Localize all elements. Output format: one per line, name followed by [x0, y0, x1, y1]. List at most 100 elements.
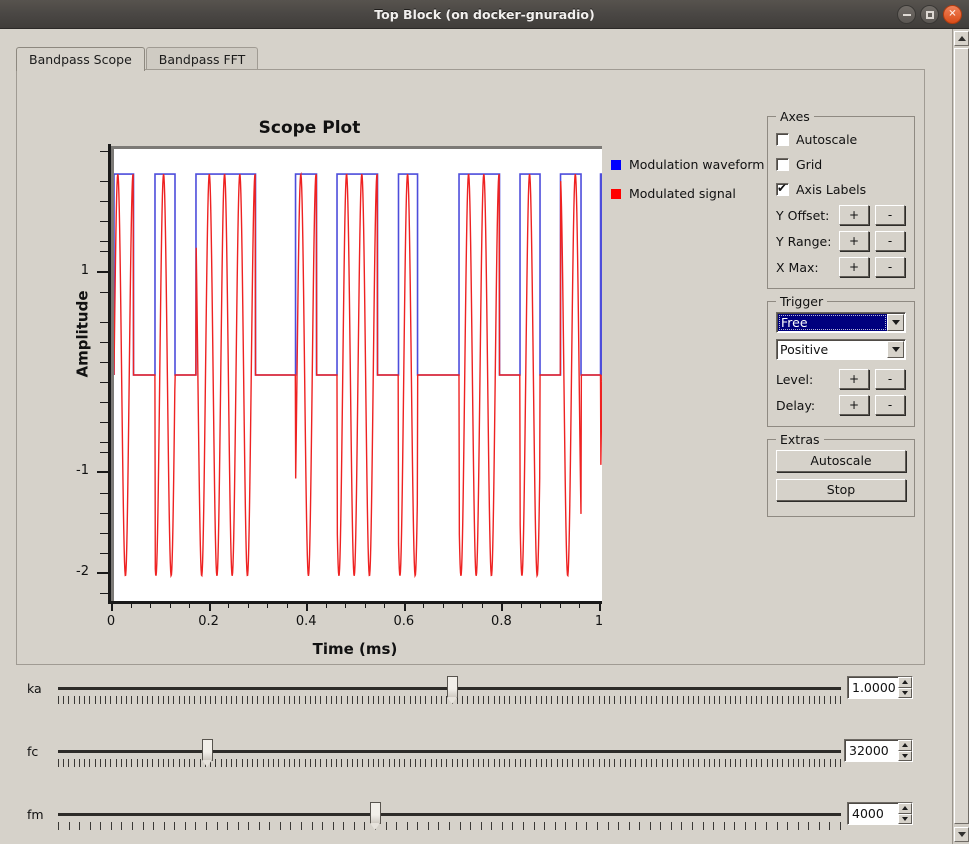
ka-spinbox[interactable]: 1.0000: [847, 676, 913, 699]
y-range-minus-button[interactable]: -: [875, 231, 905, 251]
checkbox-grid[interactable]: Grid: [776, 152, 906, 177]
slider-tick: [173, 759, 175, 767]
slider-tick: [740, 696, 742, 704]
delay-plus-button[interactable]: +: [839, 395, 869, 415]
slider-tick: [189, 759, 191, 767]
x-tick: [540, 601, 542, 608]
slider-tick: [477, 759, 479, 767]
grid-checkbox[interactable]: [776, 158, 789, 171]
scroll-down-icon[interactable]: [954, 827, 969, 842]
slider-tick: [89, 759, 91, 767]
slider-tick: [525, 759, 527, 767]
x-tick: [345, 601, 347, 608]
tab-bandpass-scope[interactable]: Bandpass Scope: [16, 47, 145, 71]
autoscale-button[interactable]: Autoscale: [776, 450, 906, 472]
slider-tick: [299, 759, 301, 767]
chevron-down-icon[interactable]: [887, 314, 904, 331]
slider-tick: [357, 696, 359, 704]
slider-tick: [456, 759, 458, 767]
slider-thumb[interactable]: [446, 676, 458, 704]
x-max-minus-button[interactable]: -: [875, 257, 905, 277]
slider-tick: [420, 759, 422, 767]
slider-tick: [58, 759, 59, 767]
slider-tick: [834, 696, 836, 704]
slider-label: fc: [27, 744, 39, 759]
level-plus-button[interactable]: +: [839, 369, 869, 389]
spin-down-icon[interactable]: [898, 750, 912, 761]
trigger-group-title: Trigger: [776, 294, 828, 309]
checkbox-axis-labels[interactable]: Axis Labels: [776, 177, 906, 202]
y-range-plus-button[interactable]: +: [839, 231, 869, 251]
slider-tick: [210, 696, 212, 704]
y-tick: [100, 452, 108, 454]
slider-tick: [798, 696, 799, 704]
trigger-slope-dropdown[interactable]: Positive: [776, 339, 906, 360]
slider-track[interactable]: [58, 813, 841, 816]
slider-tick: [598, 759, 600, 767]
scroll-up-icon[interactable]: [954, 31, 969, 46]
slider-tick: [252, 759, 254, 767]
y-tick: [100, 151, 108, 153]
slider-tick: [656, 696, 658, 704]
x-tick: [384, 601, 386, 608]
vertical-scrollbar[interactable]: [952, 29, 969, 844]
slider-tick: [136, 696, 138, 704]
tab-bandpass-fft[interactable]: Bandpass FFT: [145, 47, 259, 71]
y-offset-minus-button[interactable]: -: [875, 205, 905, 225]
spin-up-icon[interactable]: [898, 740, 912, 751]
chevron-down-icon[interactable]: [887, 341, 904, 358]
slider-tick: [628, 822, 630, 830]
slider-tick: [430, 696, 432, 704]
slider-tick: [588, 696, 590, 704]
slider-tick: [237, 822, 239, 830]
scrollbar-thumb[interactable]: [954, 48, 969, 824]
x-tick: [423, 601, 425, 608]
fc-spinbox[interactable]: 32000: [844, 739, 913, 762]
slider-tick: [533, 822, 535, 830]
slider-tick: [693, 696, 695, 704]
slider-tick: [257, 696, 259, 704]
slider-tick: [687, 759, 689, 767]
spin-up-icon[interactable]: [898, 803, 912, 814]
slider-tick: [73, 759, 75, 767]
slider-tick: [332, 822, 334, 830]
y-offset-plus-button[interactable]: +: [839, 205, 869, 225]
stepper-y-offset: Y Offset: + -: [776, 202, 906, 228]
slider-tick: [341, 696, 343, 704]
slider-tick: [63, 696, 65, 704]
maximize-icon[interactable]: [920, 5, 939, 24]
slider-thumb[interactable]: [201, 739, 213, 767]
spin-down-icon[interactable]: [898, 687, 912, 698]
checkbox-autoscale[interactable]: Autoscale: [776, 127, 906, 152]
fm-spinbox[interactable]: 4000: [847, 802, 913, 825]
slider-thumb[interactable]: [370, 802, 382, 830]
spin-down-icon[interactable]: [898, 813, 912, 824]
slider-track[interactable]: [58, 750, 841, 753]
slider-tick: [309, 696, 311, 704]
slider-tick: [714, 696, 716, 704]
slider-tick: [288, 696, 290, 704]
slider-tick: [525, 696, 527, 704]
slider-tick: [740, 759, 742, 767]
minimize-icon[interactable]: [897, 5, 916, 24]
slider-tick: [714, 759, 716, 767]
slider-tick: [236, 759, 238, 767]
slider-tick: [840, 696, 841, 704]
spin-up-icon[interactable]: [898, 677, 912, 688]
close-icon[interactable]: ✕: [943, 5, 962, 24]
slider-tick: [598, 696, 600, 704]
level-minus-button[interactable]: -: [875, 369, 905, 389]
slider-tick: [551, 696, 553, 704]
x-tick: [267, 601, 269, 608]
slider-tick: [462, 696, 464, 704]
slider-tick: [336, 759, 338, 767]
stop-button[interactable]: Stop: [776, 479, 906, 501]
stepper-label: X Max:: [776, 259, 819, 275]
trigger-mode-dropdown[interactable]: Free: [776, 312, 906, 333]
delay-minus-button[interactable]: -: [875, 395, 905, 415]
x-max-plus-button[interactable]: +: [839, 257, 869, 277]
slider-tick: [635, 696, 637, 704]
autoscale-checkbox[interactable]: [776, 133, 789, 146]
axis-labels-checkbox[interactable]: [776, 181, 789, 196]
slider-tick: [766, 822, 768, 830]
